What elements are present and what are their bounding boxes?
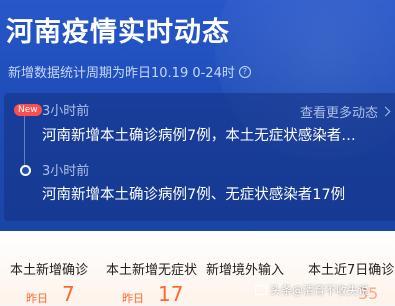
page-title: 河南疫情实时动态 (6, 17, 230, 48)
camera-icon (255, 285, 267, 295)
timeline-item-text[interactable]: 河南新增本土确诊病例7例，本土无症状感染者… (42, 124, 356, 145)
stat-prefix: 昨日 (122, 292, 144, 305)
stat-value: 7 (62, 282, 75, 306)
stat-label: 本土新增无症状 (106, 263, 198, 278)
stat-prefix: 昨日 (26, 292, 48, 305)
stat-local-asymptomatic[interactable]: 本土新增无症状 昨日 17 (96, 231, 197, 306)
new-badge: New (14, 104, 42, 116)
view-more-link[interactable]: 查看更多动态 (299, 102, 391, 121)
timeline-item-text[interactable]: 河南新增本土确诊病例7例、无症状感染者17例 (42, 183, 345, 204)
stat-label: 新增境外输入 (206, 263, 285, 278)
stats-period-note: 新增数据统计周期为昨日10.19 0-24时 ? (8, 62, 251, 81)
info-icon[interactable]: ? (238, 65, 251, 78)
timeline-time: 3小时前 (42, 164, 90, 179)
stat-label: 本土新增确诊 (10, 263, 89, 278)
timeline-panel: New 3小时前 查看更多动态 河南新增本土确诊病例7例，本土无症状感染者… 3… (4, 93, 395, 221)
header-banner: 河南疫情实时动态 新增数据统计周期为昨日10.19 0-24时 ? New 3小… (0, 0, 395, 231)
timeline-connector (24, 115, 25, 167)
watermark-text: 头条@清育不收失说 (270, 284, 369, 297)
stat-label: 本土近7日确诊 (308, 263, 395, 278)
chevron-right-icon (380, 106, 391, 117)
stat-value: 17 (158, 282, 184, 306)
timeline-dot-icon (20, 165, 31, 176)
timeline-time: 3小时前 (42, 104, 90, 119)
watermark: 头条@清育不收失说 (255, 282, 369, 298)
view-more-label: 查看更多动态 (299, 106, 378, 121)
subtitle-text: 新增数据统计周期为昨日10.19 0-24时 (8, 66, 235, 81)
stat-local-confirmed[interactable]: 本土新增确诊 昨日 7 (0, 231, 96, 306)
